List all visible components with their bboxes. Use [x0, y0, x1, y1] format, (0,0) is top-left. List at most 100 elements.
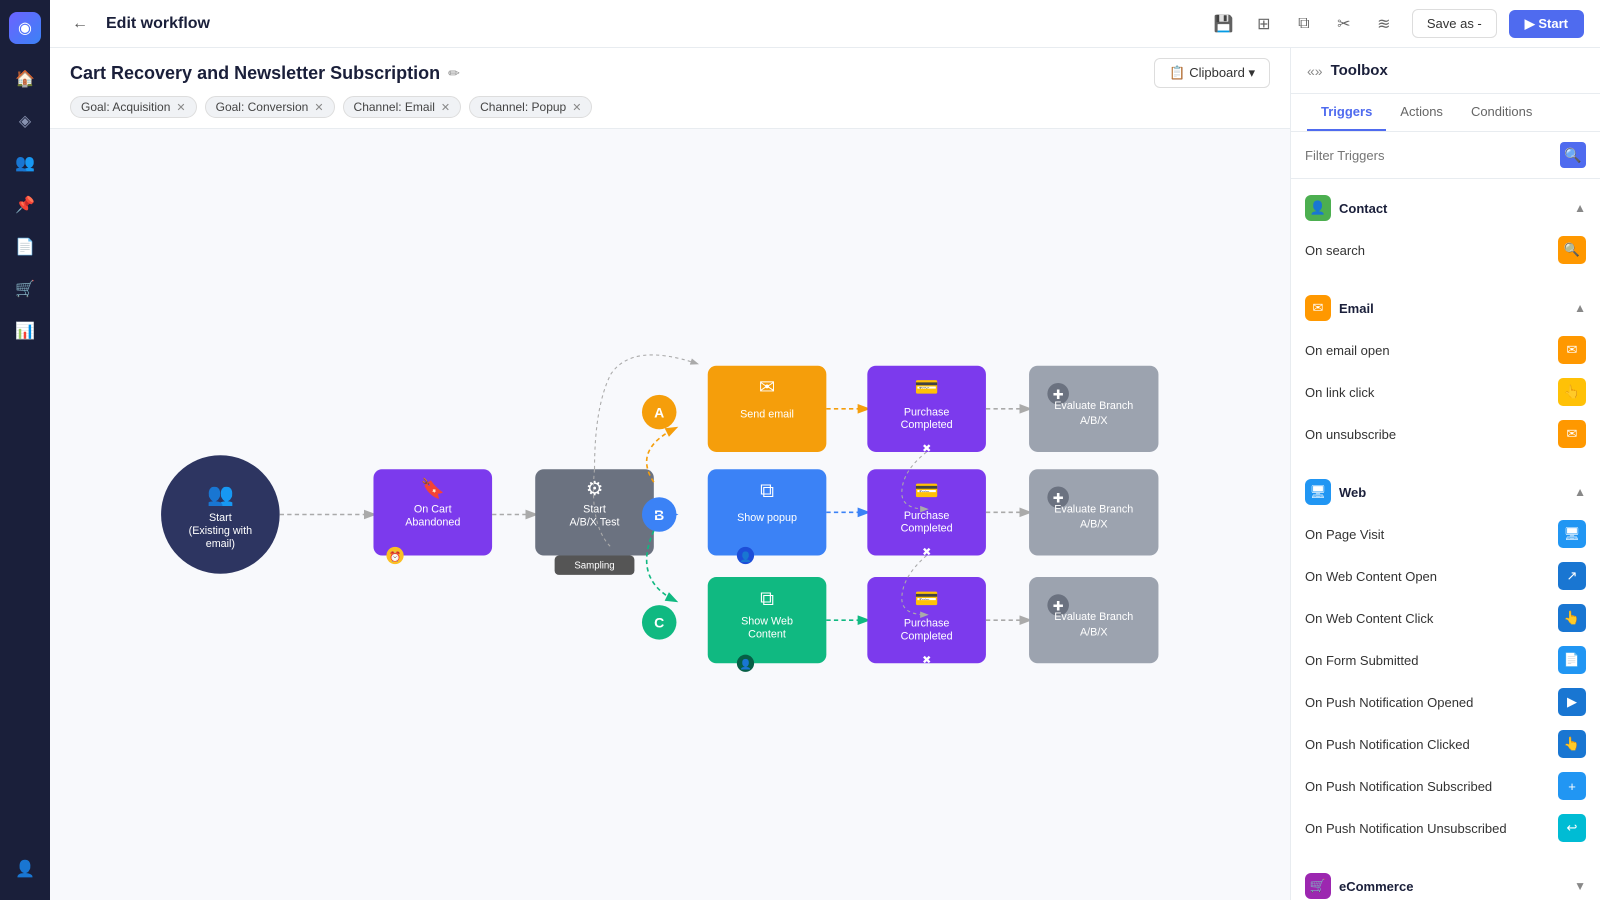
on-push-notification-clicked-icon: 👆 — [1558, 730, 1586, 758]
svg-text:Evaluate Branch: Evaluate Branch — [1054, 400, 1133, 412]
tab-conditions[interactable]: Conditions — [1457, 94, 1546, 131]
grid-icon-btn[interactable]: ⊞ — [1248, 8, 1280, 40]
svg-text:Purchase: Purchase — [904, 510, 949, 522]
cut-icon-btn[interactable]: ✂ — [1328, 8, 1360, 40]
toolbox-body: 👤 Contact ▲ On search 🔍 ✉ — [1291, 179, 1600, 900]
top-bar: ← Edit workflow 💾 ⊞ ⧉ ✂ ≋ Save as - ▶ St… — [50, 0, 1600, 48]
web-section-chevron: ▲ — [1574, 485, 1586, 499]
svg-text:✖: ✖ — [922, 654, 931, 666]
svg-text:⧉: ⧉ — [760, 480, 774, 502]
app-logo: ◉ — [9, 12, 41, 44]
trigger-on-page-visit[interactable]: On Page Visit 🖥 — [1291, 513, 1600, 555]
contact-section-chevron: ▲ — [1574, 201, 1586, 215]
toolbox-toggle-icon[interactable]: «» — [1307, 63, 1323, 79]
svg-text:Start: Start — [209, 512, 232, 524]
nav-item-layers[interactable]: ◈ — [6, 102, 44, 140]
trigger-on-push-notification-subscribed[interactable]: On Push Notification Subscribed + — [1291, 765, 1600, 807]
on-push-notification-unsubscribed-icon: ↩ — [1558, 814, 1586, 842]
on-link-click-icon: 👆 — [1558, 378, 1586, 406]
tab-triggers[interactable]: Triggers — [1307, 94, 1386, 131]
toolbox: «» Toolbox Triggers Actions Conditions 🔍… — [1290, 48, 1600, 900]
web-section-header[interactable]: 🖥 Web ▲ — [1291, 471, 1600, 513]
email-section: ✉ Email ▲ On email open ✉ On link click … — [1291, 279, 1600, 463]
on-push-notification-opened-icon: ▶ — [1558, 688, 1586, 716]
svg-text:Evaluate Branch: Evaluate Branch — [1054, 611, 1133, 623]
trigger-on-unsubscribe[interactable]: On unsubscribe ✉ — [1291, 413, 1600, 455]
trigger-on-push-notification-unsubscribed[interactable]: On Push Notification Unsubscribed ↩ — [1291, 807, 1600, 849]
email-section-header[interactable]: ✉ Email ▲ — [1291, 287, 1600, 329]
svg-text:(Existing with: (Existing with — [189, 525, 252, 537]
toolbox-header: «» Toolbox — [1291, 48, 1600, 94]
svg-text:email): email) — [206, 538, 235, 550]
copy-icon-btn[interactable]: ⧉ — [1288, 8, 1320, 40]
trigger-on-web-content-click[interactable]: On Web Content Click 👆 — [1291, 597, 1600, 639]
canvas-header: Cart Recovery and Newsletter Subscriptio… — [50, 48, 1290, 129]
trigger-on-push-notification-opened[interactable]: On Push Notification Opened ▶ — [1291, 681, 1600, 723]
canvas-svg: 👥 Start (Existing with email) 🔖 On Cart … — [50, 129, 1290, 900]
search-icon[interactable]: 🔍 — [1560, 142, 1586, 168]
tag-goal-acquisition: Goal: Acquisition ✕ — [70, 96, 197, 118]
web-section-label: Web — [1339, 485, 1366, 500]
back-button[interactable]: ← — [66, 10, 94, 38]
toolbox-tabs: Triggers Actions Conditions — [1291, 94, 1600, 132]
ecommerce-section-chevron: ▼ — [1574, 879, 1586, 893]
contact-section-header[interactable]: 👤 Contact ▲ — [1291, 187, 1600, 229]
nav-item-home[interactable]: 🏠 — [6, 60, 44, 98]
contact-section-icon: 👤 — [1305, 195, 1331, 221]
svg-text:On Cart: On Cart — [414, 503, 452, 515]
start-button[interactable]: ▶ Start — [1509, 10, 1584, 38]
contact-section: 👤 Contact ▲ On search 🔍 — [1291, 179, 1600, 279]
svg-text:👤: 👤 — [739, 551, 751, 563]
svg-text:👤: 👤 — [739, 659, 751, 671]
tab-actions[interactable]: Actions — [1386, 94, 1457, 131]
nav-item-profile[interactable]: 👤 — [6, 850, 44, 888]
ecommerce-section-header[interactable]: 🛒 eCommerce ▼ — [1291, 865, 1600, 900]
nav-item-charts[interactable]: 📊 — [6, 312, 44, 350]
on-page-visit-icon: 🖥 — [1558, 520, 1586, 548]
tag-goal-acquisition-remove[interactable]: ✕ — [176, 101, 185, 114]
save-icon-btn[interactable]: 💾 — [1208, 8, 1240, 40]
clipboard-button[interactable]: 📋 Clipboard ▾ — [1154, 58, 1270, 88]
svg-text:Abandoned: Abandoned — [405, 516, 460, 528]
search-input[interactable] — [1305, 148, 1552, 163]
trigger-on-link-click[interactable]: On link click 👆 — [1291, 371, 1600, 413]
svg-text:Sampling: Sampling — [574, 560, 614, 571]
web-section: 🖥 Web ▲ On Page Visit 🖥 On Web Content O… — [1291, 463, 1600, 857]
svg-text:Send email: Send email — [740, 408, 794, 420]
on-search-icon: 🔍 — [1558, 236, 1586, 264]
toolbar-icons: 💾 ⊞ ⧉ ✂ ≋ — [1208, 8, 1400, 40]
svg-text:⧉: ⧉ — [760, 588, 774, 610]
tag-channel-popup-remove[interactable]: ✕ — [572, 101, 581, 114]
trigger-on-push-notification-clicked[interactable]: On Push Notification Clicked 👆 — [1291, 723, 1600, 765]
email-section-chevron: ▲ — [1574, 301, 1586, 315]
contact-section-label: Contact — [1339, 201, 1387, 216]
on-email-open-icon: ✉ — [1558, 336, 1586, 364]
nav-item-users[interactable]: 👥 — [6, 144, 44, 182]
svg-text:A: A — [654, 404, 664, 420]
svg-text:🔖: 🔖 — [421, 477, 445, 500]
save-as-button[interactable]: Save as - — [1412, 9, 1497, 38]
nav-item-pins[interactable]: 📌 — [6, 186, 44, 224]
trigger-on-email-open[interactable]: On email open ✉ — [1291, 329, 1600, 371]
svg-text:💳: 💳 — [915, 377, 939, 399]
email-section-label: Email — [1339, 301, 1374, 316]
svg-text:✉: ✉ — [759, 377, 775, 399]
trigger-on-form-submitted[interactable]: On Form Submitted 📄 — [1291, 639, 1600, 681]
tag-goal-conversion: Goal: Conversion ✕ — [205, 96, 335, 118]
tag-goal-conversion-remove[interactable]: ✕ — [314, 101, 323, 114]
svg-text:Completed: Completed — [901, 419, 953, 431]
nav-item-cart[interactable]: 🛒 — [6, 270, 44, 308]
nav-item-files[interactable]: 📄 — [6, 228, 44, 266]
ecommerce-section-icon: 🛒 — [1305, 873, 1331, 899]
svg-text:✖: ✖ — [922, 443, 931, 455]
svg-text:A/B/X: A/B/X — [1080, 626, 1108, 638]
trigger-on-search[interactable]: On search 🔍 — [1291, 229, 1600, 271]
tag-channel-email-remove[interactable]: ✕ — [441, 101, 450, 114]
on-web-content-click-icon: 👆 — [1558, 604, 1586, 632]
nodes-icon-btn[interactable]: ≋ — [1368, 8, 1400, 40]
trigger-on-web-content-open[interactable]: On Web Content Open ↗ — [1291, 555, 1600, 597]
ecommerce-section-label: eCommerce — [1339, 879, 1413, 894]
svg-text:Show Web: Show Web — [741, 615, 793, 627]
edit-workflow-name-icon[interactable]: ✏ — [448, 65, 460, 82]
svg-text:💳: 💳 — [915, 480, 939, 502]
